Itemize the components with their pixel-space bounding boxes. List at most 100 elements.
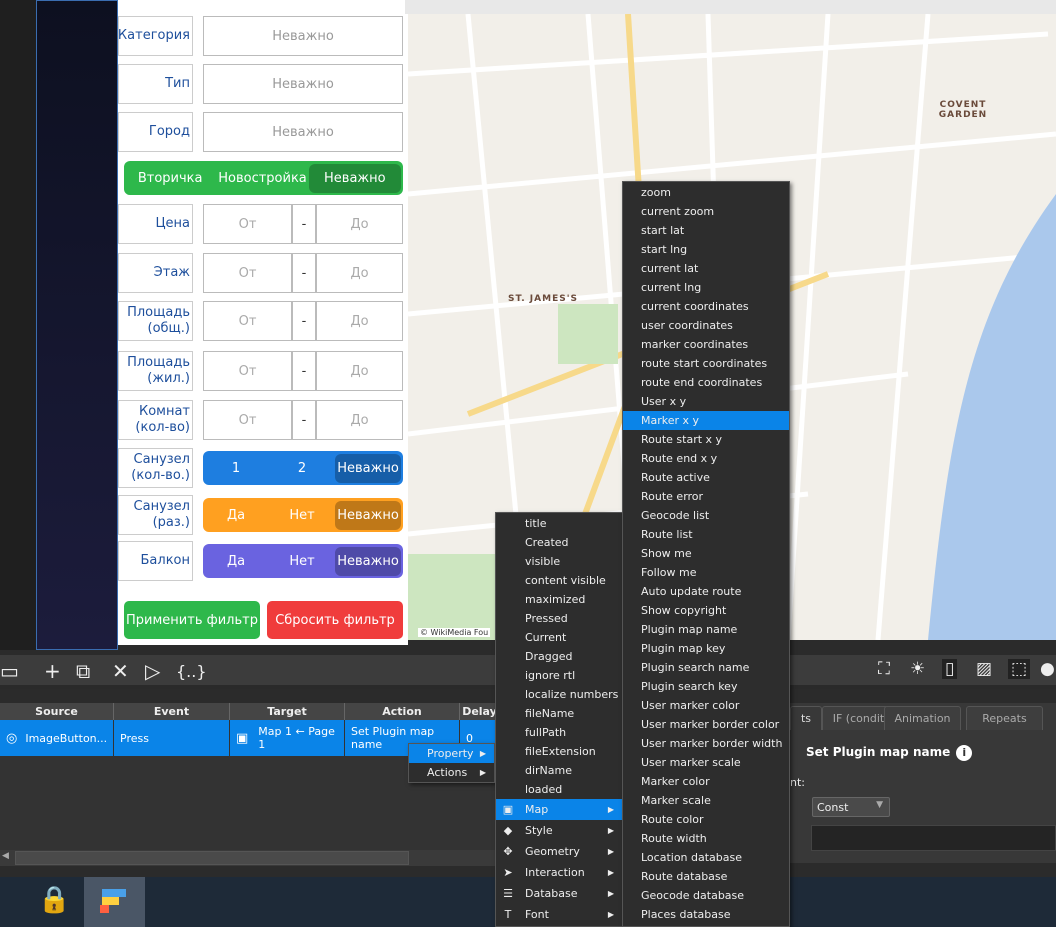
selection-icon[interactable]: ⬚ bbox=[1008, 659, 1031, 679]
map-property-item[interactable]: Route list bbox=[623, 525, 789, 544]
map-property-item[interactable]: start lng bbox=[623, 240, 789, 259]
info-icon[interactable]: i bbox=[956, 745, 973, 761]
map-property-item[interactable]: user coordinates bbox=[623, 316, 789, 335]
range-from-input[interactable]: От bbox=[203, 301, 292, 341]
map-property-item[interactable]: User x y bbox=[623, 392, 789, 411]
menu-item-property[interactable]: Property ▶ bbox=[409, 744, 494, 763]
segment-option[interactable]: Нет bbox=[269, 554, 335, 569]
map-property-item[interactable]: Route start x y bbox=[623, 430, 789, 449]
map-property-item[interactable]: start lat bbox=[623, 221, 789, 240]
map-property-item[interactable]: Route end x y bbox=[623, 449, 789, 468]
map-property-item[interactable]: User marker border color bbox=[623, 715, 789, 734]
range-from-input[interactable]: От bbox=[203, 351, 292, 391]
map-property-item[interactable]: Marker scale bbox=[623, 791, 789, 810]
property-item[interactable]: fullPath bbox=[496, 723, 622, 742]
property-item[interactable]: localize numbers bbox=[496, 685, 622, 704]
phone-icon[interactable]: ▯ bbox=[942, 659, 958, 679]
filter-select[interactable]: Неважно bbox=[203, 112, 403, 152]
segment-option[interactable]: Да bbox=[203, 508, 269, 523]
map-property-item[interactable]: Route width bbox=[623, 829, 789, 848]
value-input[interactable] bbox=[811, 825, 1056, 851]
cell-target[interactable]: ▣ Map 1 ← Page 1 bbox=[230, 720, 345, 756]
range-to-input[interactable]: До bbox=[316, 301, 403, 341]
segment-option[interactable]: Неважно bbox=[335, 546, 401, 576]
property-item[interactable]: fileName bbox=[496, 704, 622, 723]
segment-option[interactable]: Вторичка bbox=[124, 171, 216, 186]
segment-option[interactable]: Новостройка bbox=[216, 171, 308, 186]
hatch-icon[interactable]: ▨ bbox=[976, 659, 992, 679]
property-item[interactable]: visible bbox=[496, 552, 622, 571]
scroll-left-icon[interactable]: ◀ bbox=[2, 851, 9, 861]
map-property-item[interactable]: Route database bbox=[623, 867, 789, 886]
map-property-item[interactable]: current zoom bbox=[623, 202, 789, 221]
map-property-item[interactable]: current lat bbox=[623, 259, 789, 278]
map-property-item[interactable]: Plugin map name bbox=[623, 620, 789, 639]
range-from-input[interactable]: От bbox=[203, 204, 292, 244]
segment-option[interactable]: 2 bbox=[269, 461, 335, 476]
range-from-input[interactable]: От bbox=[203, 253, 292, 293]
property-item[interactable]: content visible bbox=[496, 571, 622, 590]
map-property-item[interactable]: User marker color bbox=[623, 696, 789, 715]
map-property-item[interactable]: Show me bbox=[623, 544, 789, 563]
map-property-item[interactable]: Show copyright bbox=[623, 601, 789, 620]
property-item[interactable]: Pressed bbox=[496, 609, 622, 628]
property-group-geometry[interactable]: ✥ Geometry ▶ bbox=[496, 841, 622, 862]
property-item[interactable]: Dragged bbox=[496, 647, 622, 666]
map-property-item[interactable]: Plugin map key bbox=[623, 639, 789, 658]
map-property-item[interactable]: route end coordinates bbox=[623, 373, 789, 392]
play-icon[interactable]: ▷ bbox=[145, 659, 160, 683]
property-group-map[interactable]: ▣ Map ▶ bbox=[496, 799, 622, 820]
filter-select[interactable]: Неважно bbox=[203, 16, 403, 56]
window-icon[interactable]: ▭ bbox=[0, 659, 19, 683]
app-taskbar-button[interactable] bbox=[84, 877, 145, 927]
map-property-item[interactable]: User marker border width bbox=[623, 734, 789, 753]
tab-2[interactable]: Animation bbox=[884, 706, 961, 730]
brightness-icon[interactable]: ☀ bbox=[910, 659, 925, 679]
map-property-item[interactable]: route start coordinates bbox=[623, 354, 789, 373]
map-property-item[interactable]: Geocode list bbox=[623, 506, 789, 525]
screenshot-icon[interactable]: ⛶ bbox=[878, 659, 890, 679]
range-to-input[interactable]: До bbox=[316, 204, 403, 244]
property-item[interactable]: dirName bbox=[496, 761, 622, 780]
map-property-item[interactable]: current coordinates bbox=[623, 297, 789, 316]
reset-filter-button[interactable]: Сбросить фильтр bbox=[267, 601, 403, 639]
property-item[interactable]: title bbox=[496, 514, 622, 533]
menu-item-actions[interactable]: Actions ▶ bbox=[409, 763, 494, 782]
map-property-item[interactable]: Auto update route bbox=[623, 582, 789, 601]
map-property-item[interactable]: Marker color bbox=[623, 772, 789, 791]
column-header-delay[interactable]: Delay bbox=[460, 703, 500, 720]
property-group-style[interactable]: ◆ Style ▶ bbox=[496, 820, 622, 841]
cell-source[interactable]: ◎ ImageButton... bbox=[0, 720, 114, 756]
map-copyright[interactable]: © WikiMedia Fou bbox=[418, 628, 491, 637]
column-header-source[interactable]: Source bbox=[0, 703, 114, 720]
segment-option[interactable]: Неважно bbox=[335, 453, 401, 483]
property-item[interactable]: ignore rtl bbox=[496, 666, 622, 685]
map-property-item[interactable]: current lng bbox=[623, 278, 789, 297]
apply-filter-button[interactable]: Применить фильтр bbox=[124, 601, 260, 639]
property-group-font[interactable]: T Font ▶ bbox=[496, 904, 622, 925]
range-to-input[interactable]: До bbox=[316, 400, 403, 440]
copy-icon[interactable]: ⧉ bbox=[76, 659, 90, 683]
segment-option[interactable]: Неважно bbox=[335, 500, 401, 530]
toggle-icon[interactable]: ● bbox=[1040, 659, 1055, 679]
segment-option[interactable]: Неважно bbox=[308, 163, 401, 193]
tab-0[interactable]: ts bbox=[790, 706, 822, 730]
value-type-select[interactable]: Const ▼ bbox=[812, 797, 890, 817]
scroll-thumb[interactable] bbox=[15, 851, 409, 865]
property-item[interactable]: maximized bbox=[496, 590, 622, 609]
map-property-item[interactable]: Location database bbox=[623, 848, 789, 867]
segment-option[interactable]: 1 bbox=[203, 461, 269, 476]
range-to-input[interactable]: До bbox=[316, 253, 403, 293]
map-property-item[interactable]: Plugin search key bbox=[623, 677, 789, 696]
property-group-interaction[interactable]: ➤ Interaction ▶ bbox=[496, 862, 622, 883]
range-to-input[interactable]: До bbox=[316, 351, 403, 391]
segment-option[interactable]: Нет bbox=[269, 508, 335, 523]
map-property-item[interactable]: Geocode database bbox=[623, 886, 789, 905]
range-from-input[interactable]: От bbox=[203, 400, 292, 440]
property-group-database[interactable]: ☰ Database ▶ bbox=[496, 883, 622, 904]
property-item[interactable]: Current bbox=[496, 628, 622, 647]
map-property-item[interactable]: zoom bbox=[623, 183, 789, 202]
property-item[interactable]: Created bbox=[496, 533, 622, 552]
tab-3[interactable]: Repeats bbox=[966, 706, 1043, 730]
map-property-item[interactable]: Places database bbox=[623, 905, 789, 924]
